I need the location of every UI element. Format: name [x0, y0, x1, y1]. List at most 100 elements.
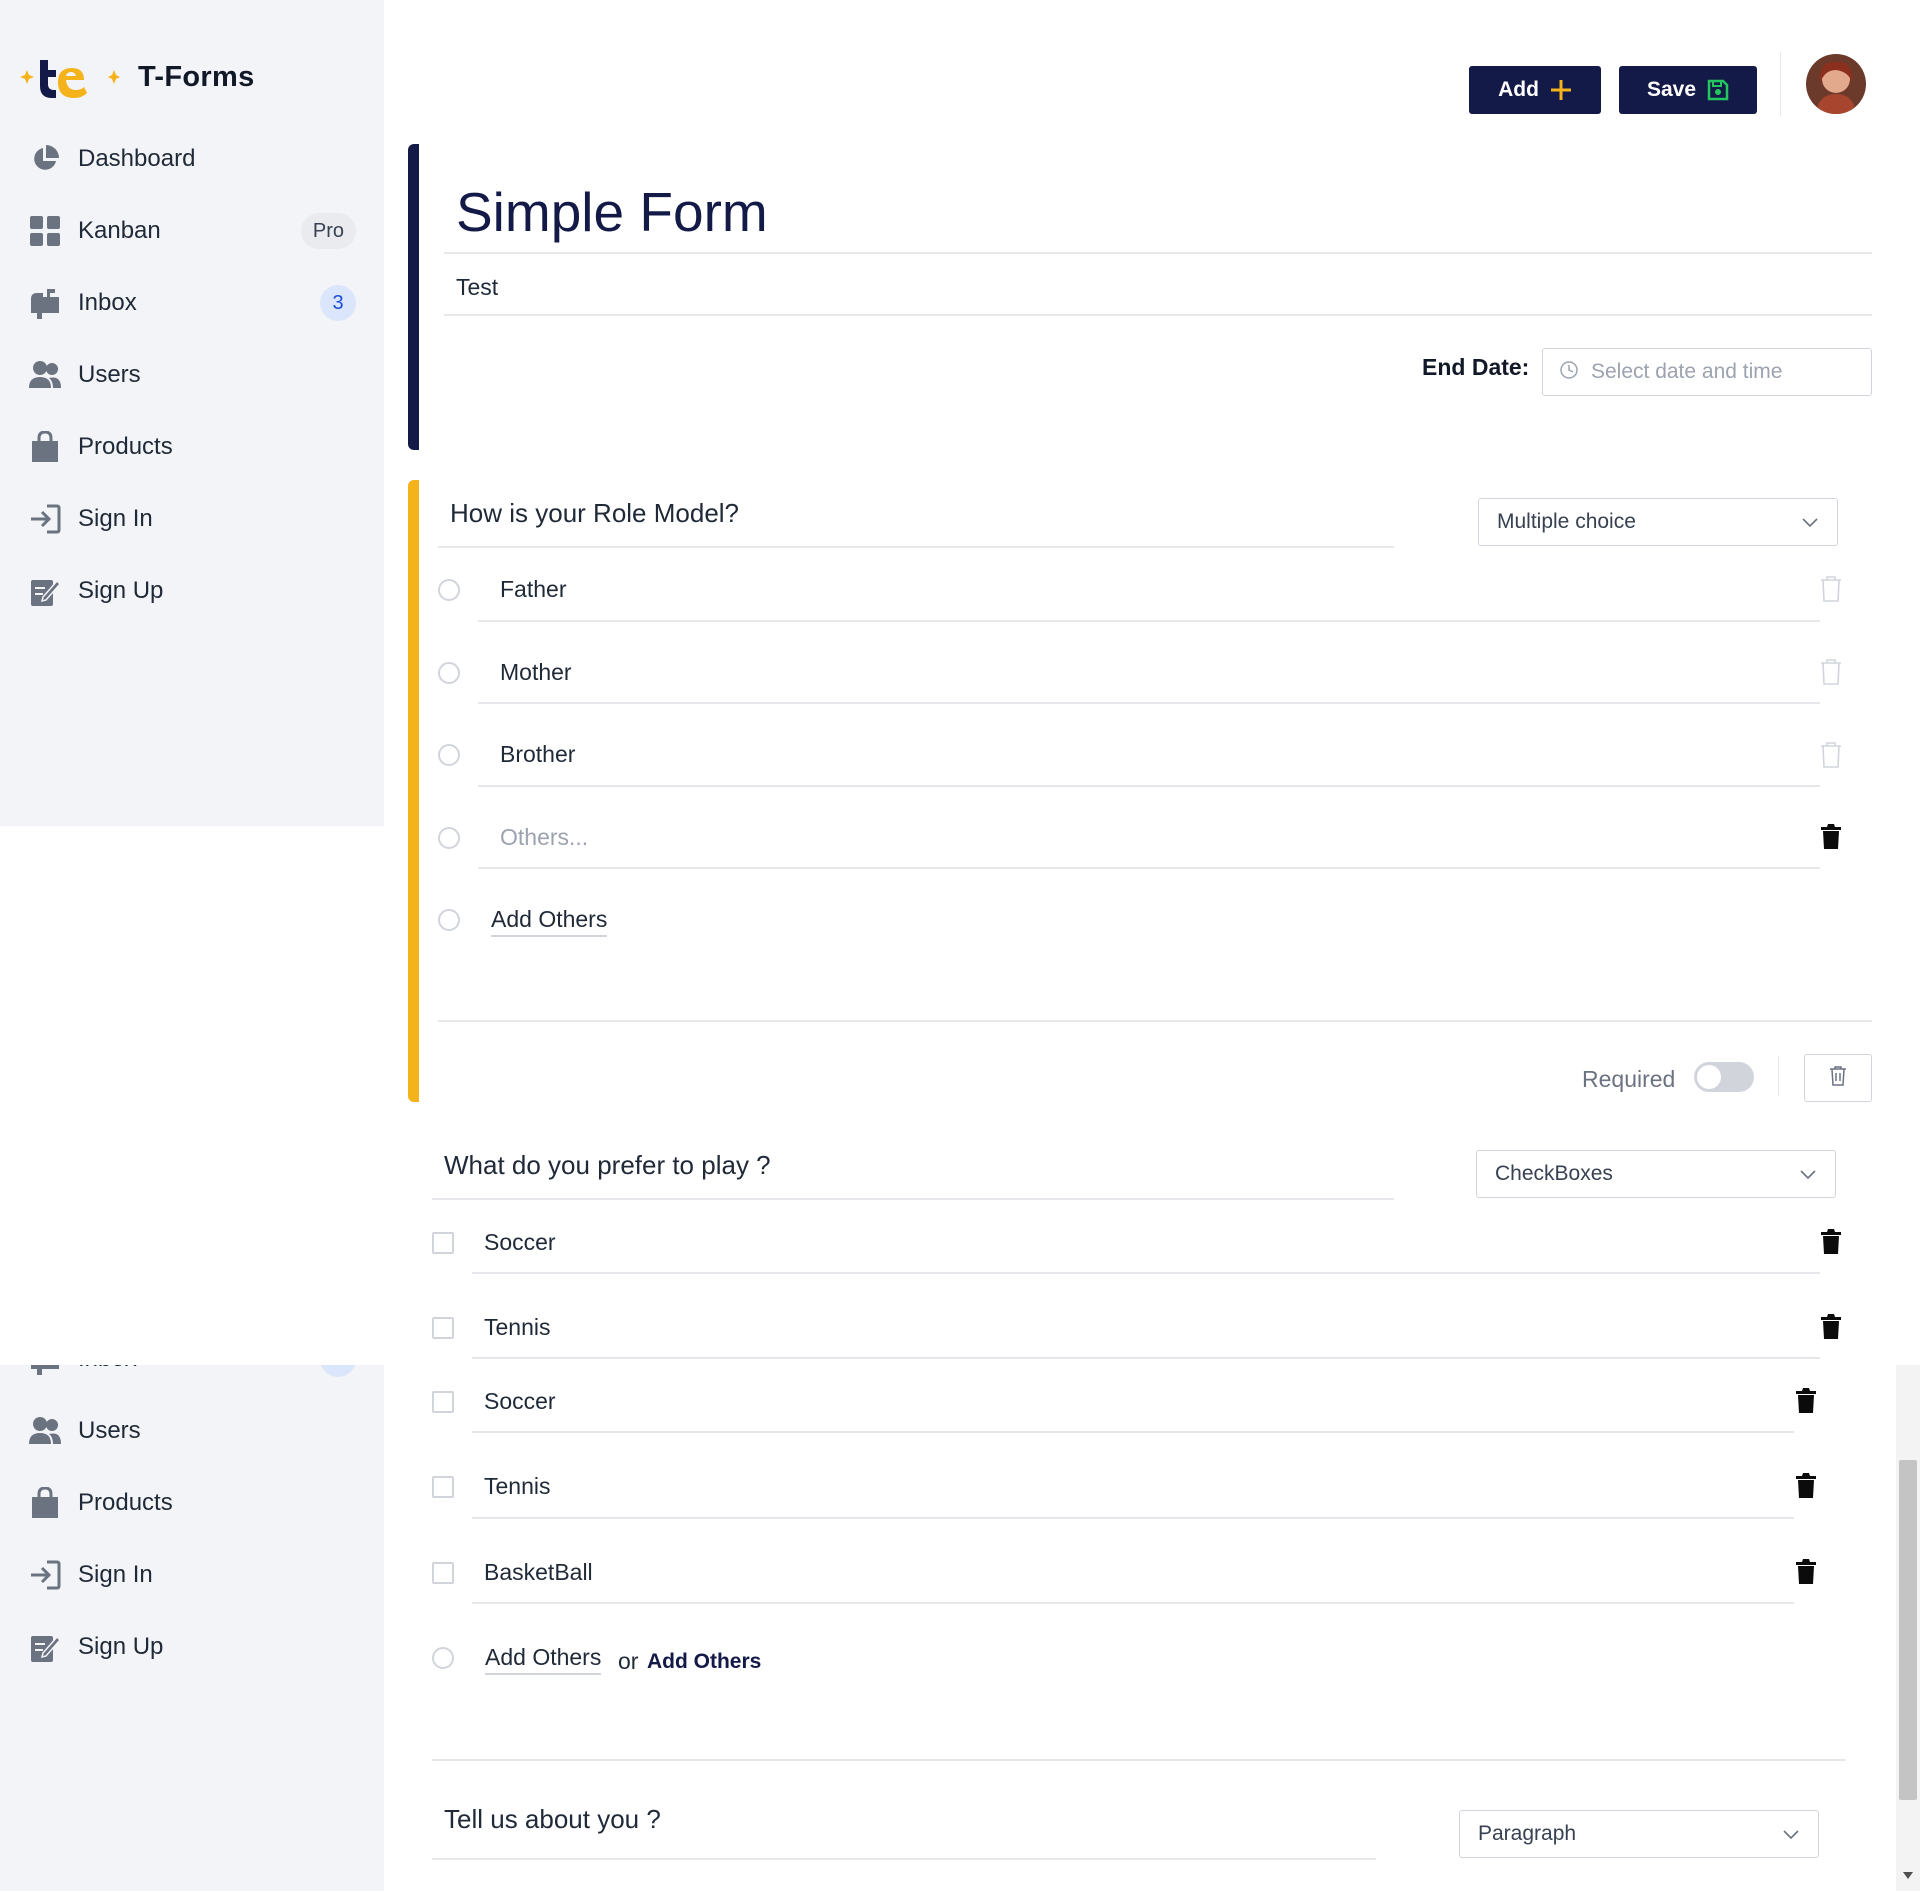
- sidebar-item-label: Sign Up: [78, 577, 164, 604]
- other-option-input[interactable]: Others...: [500, 824, 588, 851]
- delete-question-button[interactable]: [1804, 1054, 1872, 1102]
- avatar[interactable]: [1806, 54, 1866, 114]
- option-underline: [478, 785, 1820, 787]
- sidebar-item-dashboard[interactable]: Dashboard: [28, 135, 356, 183]
- form-title[interactable]: Simple Form: [456, 180, 768, 244]
- option-checkbox[interactable]: [432, 1562, 454, 1584]
- option-text[interactable]: Soccer: [484, 1388, 556, 1415]
- logo-mark-icon: [20, 60, 120, 98]
- sidebar-item-sign-up[interactable]: Sign Up: [28, 1623, 356, 1671]
- option-text[interactable]: Mother: [500, 659, 572, 686]
- sign-in-icon: [28, 1558, 62, 1592]
- question-title-underline: [438, 546, 1394, 548]
- option-row-other: Others...: [438, 813, 1838, 863]
- sidebar-item-users[interactable]: Users: [28, 351, 356, 399]
- sidebar-item-label: Sign Up: [78, 1633, 164, 1660]
- option-radio[interactable]: [438, 827, 460, 849]
- required-toggle[interactable]: [1694, 1062, 1754, 1092]
- option-checkbox[interactable]: [432, 1391, 454, 1413]
- option-text[interactable]: Tennis: [484, 1473, 550, 1500]
- header-divider: [1780, 52, 1781, 116]
- users-icon: [28, 358, 62, 392]
- question-title[interactable]: What do you prefer to play ?: [444, 1150, 771, 1181]
- option-radio: [432, 1647, 454, 1669]
- trash-icon[interactable]: [1792, 1386, 1820, 1416]
- option-row: Tennis: [432, 1462, 1832, 1512]
- question-title[interactable]: Tell us about you ?: [444, 1804, 661, 1835]
- question-footer-divider: [432, 1759, 1846, 1761]
- sidebar-item-label: Products: [78, 433, 173, 460]
- sign-up-icon: [28, 1630, 62, 1664]
- trash-outline-icon[interactable]: [1817, 657, 1845, 687]
- option-underline: [472, 1602, 1794, 1604]
- save-button[interactable]: Save: [1619, 66, 1757, 114]
- option-checkbox[interactable]: [432, 1476, 454, 1498]
- scrollbar-thumb[interactable]: [1899, 1460, 1917, 1800]
- option-radio[interactable]: [438, 579, 460, 601]
- trash-outline-icon[interactable]: [1817, 740, 1845, 770]
- add-others-bold-link[interactable]: Add Others: [647, 1650, 761, 1674]
- sidebar-item-sign-in[interactable]: Sign In: [28, 495, 356, 543]
- option-radio[interactable]: [438, 662, 460, 684]
- clock-icon: [1559, 360, 1579, 385]
- trash-outline-icon: [1829, 1065, 1847, 1091]
- sidebar-item-sign-in[interactable]: Sign In: [28, 1551, 356, 1599]
- form-description[interactable]: Test: [456, 274, 498, 301]
- option-checkbox[interactable]: [432, 1232, 454, 1254]
- option-radio[interactable]: [438, 744, 460, 766]
- sidebar-item-label: Users: [78, 361, 141, 388]
- option-text[interactable]: Brother: [500, 741, 575, 768]
- option-underline: [472, 1431, 1794, 1433]
- question-type-value: CheckBoxes: [1495, 1162, 1613, 1185]
- option-row: Tennis: [432, 1303, 1832, 1353]
- scroll-down-arrow-icon[interactable]: [1903, 1872, 1913, 1879]
- sidebar-item-users[interactable]: Users: [28, 1407, 356, 1455]
- sign-in-icon: [28, 502, 62, 536]
- trash-icon[interactable]: [1817, 1227, 1845, 1257]
- sidebar-item-inbox[interactable]: Inbox 3: [28, 279, 356, 327]
- question-title[interactable]: How is your Role Model?: [450, 498, 739, 529]
- mailbox-icon: [28, 1365, 62, 1376]
- trash-icon[interactable]: [1817, 1312, 1845, 1342]
- add-button[interactable]: Add: [1469, 66, 1601, 114]
- pie-chart-icon: [28, 142, 62, 176]
- mailbox-icon: [28, 286, 62, 320]
- option-text[interactable]: Father: [500, 576, 566, 603]
- question-card-about-you: Tell us about you ? Paragraph: [408, 1790, 1872, 1891]
- sidebar-item-products[interactable]: Products: [28, 423, 356, 471]
- option-text[interactable]: Tennis: [484, 1314, 550, 1341]
- sidebar-item-products[interactable]: Products: [28, 1479, 356, 1527]
- trash-icon[interactable]: [1817, 822, 1845, 852]
- option-text[interactable]: Soccer: [484, 1229, 556, 1256]
- sidebar-item-kanban[interactable]: Kanban Pro: [28, 207, 356, 255]
- sidebar-item-label: Dashboard: [78, 145, 196, 172]
- question-type-select[interactable]: Multiple choice: [1478, 498, 1838, 546]
- add-others-link[interactable]: Add Others: [491, 906, 608, 937]
- end-date-label: End Date:: [1422, 354, 1530, 380]
- question-type-select[interactable]: CheckBoxes: [1476, 1150, 1836, 1198]
- card-accent-bar: [408, 480, 419, 1102]
- end-date-picker[interactable]: Select date and time: [1542, 348, 1872, 396]
- plus-icon: [1550, 79, 1572, 101]
- option-row: Brother: [438, 730, 1838, 780]
- chevron-down-icon: [1782, 1825, 1800, 1849]
- sidebar-item-sign-up[interactable]: Sign Up: [28, 567, 356, 615]
- trash-icon[interactable]: [1792, 1557, 1820, 1587]
- option-radio: [438, 909, 460, 931]
- toggle-knob: [1697, 1065, 1721, 1089]
- option-checkbox[interactable]: [432, 1317, 454, 1339]
- sidebar-item-label: Sign In: [78, 505, 153, 532]
- logo[interactable]: T-Forms: [20, 52, 255, 102]
- question-type-select[interactable]: Paragraph: [1459, 1810, 1819, 1858]
- option-underline: [478, 867, 1820, 869]
- option-underline: [472, 1272, 1820, 1274]
- sidebar: T-Forms Dashboard Kanban Pro Inbox 3 Use…: [0, 0, 384, 826]
- option-text[interactable]: BasketBall: [484, 1559, 593, 1586]
- sidebar-item-inbox[interactable]: Inbox 3: [28, 1365, 356, 1383]
- inbox-count-badge: 3: [320, 285, 356, 321]
- add-others-link[interactable]: Add Others: [485, 1644, 602, 1675]
- trash-outline-icon[interactable]: [1817, 574, 1845, 604]
- sidebar-repeat: Inbox 3 Users Products Sign In Sign Up: [0, 1365, 384, 1891]
- trash-icon[interactable]: [1792, 1471, 1820, 1501]
- question-card-play: What do you prefer to play ? CheckBoxes …: [408, 1130, 1872, 1761]
